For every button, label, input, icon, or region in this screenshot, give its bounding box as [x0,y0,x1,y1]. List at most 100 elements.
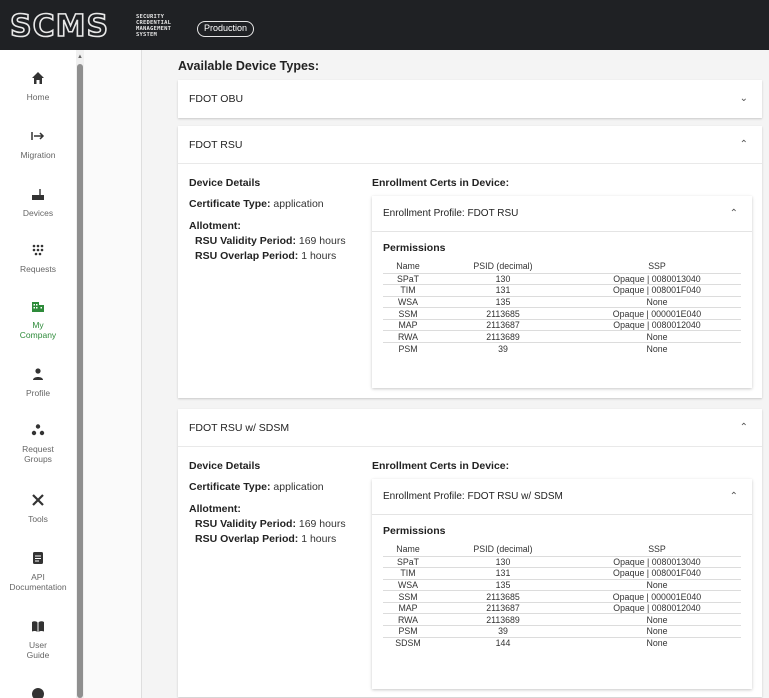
column-header: PSID (decimal) [473,544,533,555]
person-icon [33,368,43,380]
panel-header-fdot-rsu-sdsm[interactable]: FDOT RSU w/ SDSM ⌃ [178,409,762,447]
scms-logo[interactable]: SCMS [8,8,128,42]
perm-ssp: None [573,636,741,649]
sidebar-item-partial[interactable] [0,686,76,698]
perm-name: SSM [383,590,433,603]
sidebar-item-home[interactable]: Home [0,70,76,102]
perm-psid: 2113689 [433,330,573,343]
rsu-overlap-period: RSU Overlap Period: 1 hours [195,533,337,545]
device-type-panel-fdot-rsu: FDOT RSU ⌃ Device Details Certificate Ty… [178,126,762,398]
enrollment-profile-card: Enrollment Profile: FDOT RSU ⌃ Permissio… [372,196,752,388]
enrollment-certs-title: Enrollment Certs in Device: [372,460,510,472]
sidebar-item-user-guide[interactable]: User Guide [0,618,76,660]
chevron-up-icon[interactable]: ⌃ [740,409,748,447]
tools-icon [32,494,44,506]
perm-psid: 135 [433,578,573,591]
building-icon [32,302,44,312]
permissions-table: Name PSID (decimal) SSP SPaT 130 Opaque | … [383,260,741,355]
table-header-row: Name PSID (decimal) SSP [383,260,741,273]
perm-ssp: None [573,625,741,638]
rsu-validity-period: RSU Validity Period: 169 hours [195,235,346,247]
perm-psid: 131 [433,567,573,580]
enrollment-profile-header[interactable]: Enrollment Profile: FDOT RSU w/ SDSM ⌃ [372,479,752,515]
perm-name: RWA [383,613,433,626]
panel-header-fdot-rsu[interactable]: FDOT RSU ⌃ [178,126,762,164]
perm-name: PSM [383,625,433,638]
perm-name: MAP [383,318,433,331]
table-row: PSM 39 None [383,342,741,355]
perm-ssp: None [573,613,741,626]
sidebar-item-api-documentation[interactable]: API Documentation [0,550,76,592]
sidebar-item-profile[interactable]: Profile [0,366,76,398]
perm-name: SDSM [383,636,433,649]
sidebar-item-tools[interactable]: Tools [0,492,76,524]
panel-header-fdot-obu[interactable]: FDOT OBU ⌄ [178,80,762,118]
table-row: PSM 39 None [383,625,741,638]
table-row: MAP 2113687 Opaque | 0080012040 [383,318,741,331]
certificate-type: Certificate Type: application [189,481,324,493]
main-content: Available Device Types: FDOT OBU ⌄ FDOT … [142,50,769,698]
svg-text:SCMS: SCMS [10,9,109,42]
sidebar-item-migration[interactable]: Migration [0,128,76,160]
group-icon [31,424,45,436]
sidebar-item-request-groups[interactable]: Request Groups [0,422,76,464]
enrollment-profile-card: Enrollment Profile: FDOT RSU w/ SDSM ⌃ P… [372,479,752,689]
perm-name: WSA [383,578,433,591]
perm-psid: 130 [433,272,573,285]
perm-ssp: Opaque | 0080013040 [573,555,741,568]
enrollment-profile-header[interactable]: Enrollment Profile: FDOT RSU ⌃ [372,196,752,232]
enrollment-certs-title: Enrollment Certs in Device: [372,177,510,189]
scroll-up-icon[interactable]: ▲ [76,54,84,60]
perm-ssp: Opaque | 008001F040 [573,567,741,580]
sidebar-item-my-company[interactable]: My Company [0,298,76,340]
rsu-overlap-period: RSU Overlap Period: 1 hours [195,250,337,262]
scroll-thumb[interactable] [77,64,83,698]
perm-psid: 2113689 [433,613,573,626]
perm-name: TIM [383,567,433,580]
chevron-up-icon[interactable]: ⌃ [740,126,748,164]
perm-psid: 2113687 [433,601,573,614]
sidebar-item-devices[interactable]: Devices [0,186,76,218]
dots-grid-icon [32,244,44,256]
chevron-down-icon[interactable]: ⌄ [740,80,748,118]
permissions-title: Permissions [383,525,446,537]
perm-name: TIM [383,284,433,297]
perm-ssp: Opaque | 0080012040 [573,318,741,331]
table-row: SPaT 130 Opaque | 0080013040 [383,272,741,285]
top-bar: SCMS SECURITY CREDENTIAL MANAGEMENT SYST… [0,0,769,50]
perm-ssp: Opaque | 000001E040 [573,307,741,320]
device-type-panel-fdot-obu: FDOT OBU ⌄ [178,80,762,118]
book-icon [32,621,44,632]
perm-name: SPaT [383,555,433,568]
environment-badge: Production [197,21,255,37]
table-row: RWA 2113689 None [383,330,741,343]
chevron-up-icon[interactable]: ⌃ [730,479,738,515]
perm-name: SSM [383,307,433,320]
perm-name: MAP [383,601,433,614]
perm-name: SPaT [383,272,433,285]
sidebar-scrollbar[interactable]: ▲ [76,50,84,698]
perm-ssp: Opaque | 0080012040 [573,601,741,614]
perm-psid: 131 [433,284,573,297]
sidebar-item-requests[interactable]: Requests [0,242,76,274]
table-row: TIM 131 Opaque | 008001F040 [383,567,741,580]
perm-name: PSM [383,342,433,355]
table-header-row: Name PSID (decimal) SSP [383,543,741,556]
column-header: Name [396,544,420,555]
perm-ssp: None [573,342,741,355]
chevron-up-icon[interactable]: ⌃ [730,196,738,232]
column-header: SSP [648,261,666,272]
perm-ssp: Opaque | 000001E040 [573,590,741,603]
home-icon [32,72,44,84]
table-row: RWA 2113689 None [383,613,741,626]
logo-subtitle: SECURITY CREDENTIAL MANAGEMENT SYSTEM [136,14,172,38]
allotment-label: Allotment: [189,220,241,232]
table-row: WSA 135 None [383,295,741,308]
table-row: SSM 2113685 Opaque | 000001E040 [383,590,741,603]
secondary-rail [84,50,142,698]
perm-psid: 39 [433,342,573,355]
column-header: Name [396,261,420,272]
router-icon [32,189,44,200]
perm-ssp: None [573,578,741,591]
document-icon [33,552,43,564]
